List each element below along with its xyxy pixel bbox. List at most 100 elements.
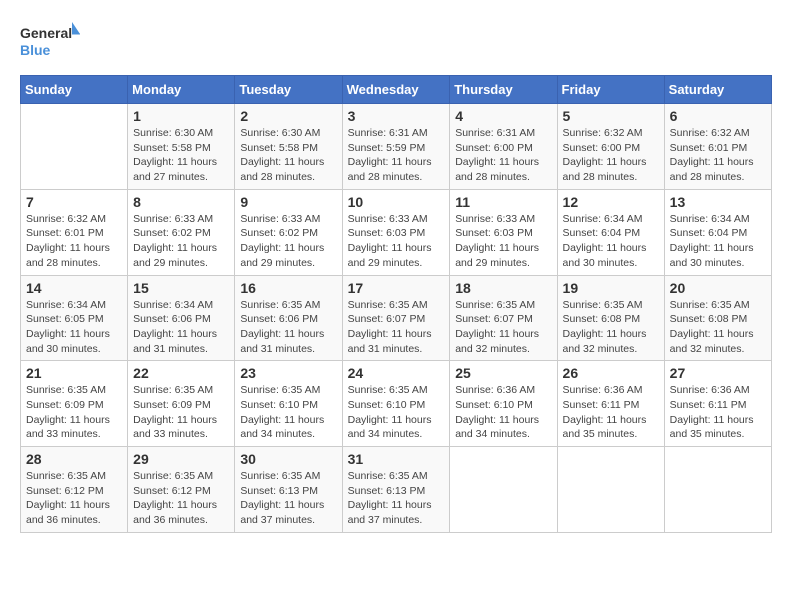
day-info: Sunrise: 6:34 AM Sunset: 6:05 PM Dayligh… [26, 298, 122, 357]
day-cell: 26 Sunrise: 6:36 AM Sunset: 6:11 PM Dayli… [557, 361, 664, 447]
day-info: Sunrise: 6:35 AM Sunset: 6:07 PM Dayligh… [348, 298, 445, 357]
day-info: Sunrise: 6:35 AM Sunset: 6:08 PM Dayligh… [670, 298, 766, 357]
day-info: Sunrise: 6:31 AM Sunset: 6:00 PM Dayligh… [455, 126, 551, 185]
day-cell: 8 Sunrise: 6:33 AM Sunset: 6:02 PM Daylig… [128, 189, 235, 275]
day-cell [557, 447, 664, 533]
logo-svg: General Blue [20, 20, 80, 65]
day-info: Sunrise: 6:32 AM Sunset: 6:01 PM Dayligh… [26, 212, 122, 271]
week-row-5: 28 Sunrise: 6:35 AM Sunset: 6:12 PM Dayli… [21, 447, 772, 533]
day-cell: 22 Sunrise: 6:35 AM Sunset: 6:09 PM Dayli… [128, 361, 235, 447]
day-number: 14 [26, 280, 122, 296]
day-cell [21, 104, 128, 190]
col-header-monday: Monday [128, 76, 235, 104]
day-info: Sunrise: 6:30 AM Sunset: 5:58 PM Dayligh… [133, 126, 229, 185]
day-cell: 7Sunrise: 6:32 AM Sunset: 6:01 PM Daylig… [21, 189, 128, 275]
day-info: Sunrise: 6:33 AM Sunset: 6:02 PM Dayligh… [133, 212, 229, 271]
day-info: Sunrise: 6:34 AM Sunset: 6:04 PM Dayligh… [563, 212, 659, 271]
header: General Blue [20, 20, 772, 65]
day-cell: 20 Sunrise: 6:35 AM Sunset: 6:08 PM Dayli… [664, 275, 771, 361]
day-number: 21 [26, 365, 122, 381]
day-info: Sunrise: 6:36 AM Sunset: 6:11 PM Dayligh… [670, 383, 766, 442]
day-cell: 17 Sunrise: 6:35 AM Sunset: 6:07 PM Dayli… [342, 275, 450, 361]
day-info: Sunrise: 6:35 AM Sunset: 6:09 PM Dayligh… [26, 383, 122, 442]
day-number: 12 [563, 194, 659, 210]
day-number: 8 [133, 194, 229, 210]
day-number: 2 [240, 108, 336, 124]
day-info: Sunrise: 6:36 AM Sunset: 6:11 PM Dayligh… [563, 383, 659, 442]
day-info: Sunrise: 6:32 AM Sunset: 6:01 PM Dayligh… [670, 126, 766, 185]
day-cell: 23Sunrise: 6:35 AM Sunset: 6:10 PM Dayli… [235, 361, 342, 447]
day-number: 1 [133, 108, 229, 124]
day-number: 9 [240, 194, 336, 210]
col-header-friday: Friday [557, 76, 664, 104]
day-info: Sunrise: 6:31 AM Sunset: 5:59 PM Dayligh… [348, 126, 445, 185]
day-number: 11 [455, 194, 551, 210]
day-cell: 11 Sunrise: 6:33 AM Sunset: 6:03 PM Dayli… [450, 189, 557, 275]
day-cell: 27 Sunrise: 6:36 AM Sunset: 6:11 PM Dayli… [664, 361, 771, 447]
day-cell: 31Sunrise: 6:35 AM Sunset: 6:13 PM Dayli… [342, 447, 450, 533]
day-cell: 18 Sunrise: 6:35 AM Sunset: 6:07 PM Dayli… [450, 275, 557, 361]
day-number: 30 [240, 451, 336, 467]
day-number: 17 [348, 280, 445, 296]
day-info: Sunrise: 6:36 AM Sunset: 6:10 PM Dayligh… [455, 383, 551, 442]
day-info: Sunrise: 6:35 AM Sunset: 6:07 PM Dayligh… [455, 298, 551, 357]
day-info: Sunrise: 6:33 AM Sunset: 6:03 PM Dayligh… [455, 212, 551, 271]
col-header-wednesday: Wednesday [342, 76, 450, 104]
day-cell: 4 Sunrise: 6:31 AM Sunset: 6:00 PM Daylig… [450, 104, 557, 190]
col-header-tuesday: Tuesday [235, 76, 342, 104]
day-cell: 29Sunrise: 6:35 AM Sunset: 6:12 PM Dayli… [128, 447, 235, 533]
day-info: Sunrise: 6:32 AM Sunset: 6:00 PM Dayligh… [563, 126, 659, 185]
day-number: 4 [455, 108, 551, 124]
header-row: SundayMondayTuesdayWednesdayThursdayFrid… [21, 76, 772, 104]
day-info: Sunrise: 6:35 AM Sunset: 6:12 PM Dayligh… [133, 469, 229, 528]
day-info: Sunrise: 6:34 AM Sunset: 6:04 PM Dayligh… [670, 212, 766, 271]
day-number: 18 [455, 280, 551, 296]
col-header-sunday: Sunday [21, 76, 128, 104]
day-cell: 15Sunrise: 6:34 AM Sunset: 6:06 PM Dayli… [128, 275, 235, 361]
day-number: 23 [240, 365, 336, 381]
day-number: 22 [133, 365, 229, 381]
day-info: Sunrise: 6:35 AM Sunset: 6:12 PM Dayligh… [26, 469, 122, 528]
week-row-4: 21 Sunrise: 6:35 AM Sunset: 6:09 PM Dayli… [21, 361, 772, 447]
day-cell: 13 Sunrise: 6:34 AM Sunset: 6:04 PM Dayli… [664, 189, 771, 275]
col-header-thursday: Thursday [450, 76, 557, 104]
day-info: Sunrise: 6:30 AM Sunset: 5:58 PM Dayligh… [240, 126, 336, 185]
day-cell: 30 Sunrise: 6:35 AM Sunset: 6:13 PM Dayli… [235, 447, 342, 533]
day-number: 26 [563, 365, 659, 381]
day-cell: 9 Sunrise: 6:33 AM Sunset: 6:02 PM Daylig… [235, 189, 342, 275]
day-number: 27 [670, 365, 766, 381]
day-cell [450, 447, 557, 533]
col-header-saturday: Saturday [664, 76, 771, 104]
day-info: Sunrise: 6:35 AM Sunset: 6:08 PM Dayligh… [563, 298, 659, 357]
day-cell [664, 447, 771, 533]
day-number: 28 [26, 451, 122, 467]
day-info: Sunrise: 6:34 AM Sunset: 6:06 PM Dayligh… [133, 298, 229, 357]
day-number: 31 [348, 451, 445, 467]
svg-text:General: General [20, 25, 72, 41]
day-number: 24 [348, 365, 445, 381]
day-info: Sunrise: 6:33 AM Sunset: 6:02 PM Dayligh… [240, 212, 336, 271]
svg-text:Blue: Blue [20, 42, 51, 58]
day-cell: 3Sunrise: 6:31 AM Sunset: 5:59 PM Daylig… [342, 104, 450, 190]
day-number: 13 [670, 194, 766, 210]
day-cell: 6 Sunrise: 6:32 AM Sunset: 6:01 PM Daylig… [664, 104, 771, 190]
week-row-1: 1 Sunrise: 6:30 AM Sunset: 5:58 PM Daylig… [21, 104, 772, 190]
day-number: 10 [348, 194, 445, 210]
day-number: 25 [455, 365, 551, 381]
day-cell: 21 Sunrise: 6:35 AM Sunset: 6:09 PM Dayli… [21, 361, 128, 447]
day-cell: 2 Sunrise: 6:30 AM Sunset: 5:58 PM Daylig… [235, 104, 342, 190]
day-info: Sunrise: 6:35 AM Sunset: 6:09 PM Dayligh… [133, 383, 229, 442]
calendar-table: SundayMondayTuesdayWednesdayThursdayFrid… [20, 75, 772, 533]
day-info: Sunrise: 6:35 AM Sunset: 6:06 PM Dayligh… [240, 298, 336, 357]
week-row-2: 7Sunrise: 6:32 AM Sunset: 6:01 PM Daylig… [21, 189, 772, 275]
logo: General Blue [20, 20, 80, 65]
day-cell: 5 Sunrise: 6:32 AM Sunset: 6:00 PM Daylig… [557, 104, 664, 190]
day-cell: 25 Sunrise: 6:36 AM Sunset: 6:10 PM Dayli… [450, 361, 557, 447]
day-cell: 10 Sunrise: 6:33 AM Sunset: 6:03 PM Dayli… [342, 189, 450, 275]
day-number: 5 [563, 108, 659, 124]
day-cell: 12 Sunrise: 6:34 AM Sunset: 6:04 PM Dayli… [557, 189, 664, 275]
day-info: Sunrise: 6:33 AM Sunset: 6:03 PM Dayligh… [348, 212, 445, 271]
day-number: 6 [670, 108, 766, 124]
day-info: Sunrise: 6:35 AM Sunset: 6:13 PM Dayligh… [240, 469, 336, 528]
day-number: 20 [670, 280, 766, 296]
